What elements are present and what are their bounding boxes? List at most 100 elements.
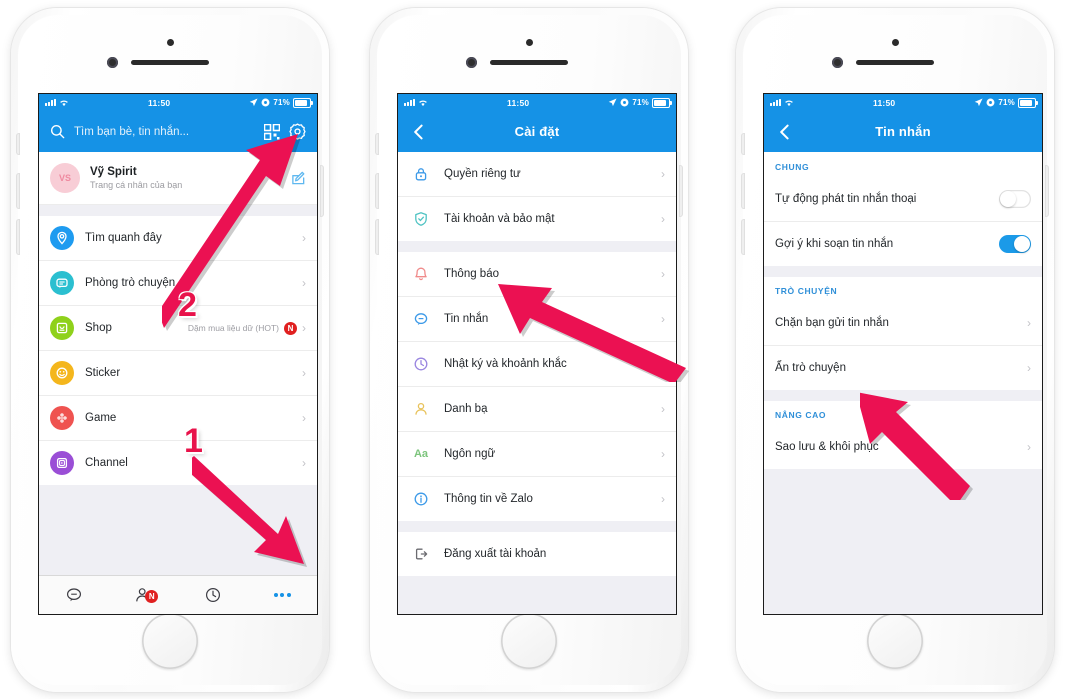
settings-row-nhat-ky[interactable]: Nhật ký và khoảnh khắc › bbox=[398, 342, 676, 387]
chat-room-icon bbox=[50, 271, 74, 295]
qr-code-icon[interactable] bbox=[264, 123, 280, 140]
proximity-sensor-icon bbox=[167, 39, 174, 46]
home-button[interactable] bbox=[501, 613, 557, 669]
profile-row[interactable]: VS Vỹ Spirit Trang cá nhân của bạn bbox=[39, 152, 317, 205]
setting-label: Gợi ý khi soạn tin nhắn bbox=[775, 238, 894, 250]
shop-bag-icon bbox=[50, 316, 74, 340]
language-aa-icon: Aa bbox=[413, 448, 429, 460]
volume-up-button[interactable] bbox=[741, 173, 745, 209]
setting-row-an-tro-chuyen[interactable]: Ẩn trò chuyện › bbox=[764, 346, 1042, 390]
silent-switch[interactable] bbox=[16, 133, 20, 155]
settings-row-ngon-ngu[interactable]: Aa Ngôn ngữ › bbox=[398, 432, 676, 477]
section-header-chung: CHUNG bbox=[764, 152, 1042, 177]
edit-icon[interactable] bbox=[291, 171, 306, 186]
cellular-signal-icon bbox=[770, 99, 781, 106]
settings-label: Ngôn ngữ bbox=[444, 448, 496, 460]
page-title: Cài đặt bbox=[514, 124, 560, 139]
settings-group-2: Thông báo › Tin nhắn › Nhật ký và khoảnh… bbox=[398, 252, 676, 521]
silent-switch[interactable] bbox=[375, 133, 379, 155]
chevron-right-icon: › bbox=[1027, 440, 1031, 454]
volume-up-button[interactable] bbox=[375, 173, 379, 209]
power-button[interactable] bbox=[679, 165, 683, 217]
chevron-right-icon: › bbox=[302, 321, 306, 335]
silent-switch[interactable] bbox=[741, 133, 745, 155]
page-title: Tin nhắn bbox=[875, 124, 931, 139]
toggle-auto-play-voice[interactable] bbox=[999, 190, 1031, 208]
settings-label: Danh bạ bbox=[444, 403, 488, 415]
nav-bar: Tin nhắn bbox=[764, 111, 1042, 152]
volume-down-button[interactable] bbox=[741, 219, 745, 255]
gear-icon[interactable] bbox=[289, 123, 306, 140]
setting-label: Chặn bạn gửi tin nhắn bbox=[775, 317, 889, 329]
chevron-left-icon[interactable] bbox=[409, 122, 429, 142]
tab-contacts[interactable]: N bbox=[109, 586, 179, 604]
shop-badge: N bbox=[284, 321, 297, 335]
menu-item-game[interactable]: Game › bbox=[39, 396, 317, 441]
status-bar-right: 71% bbox=[974, 97, 1038, 108]
phone-1-screen: 11:50 71% Tìm bạn bè, tin nhắn... VS Vỹ … bbox=[38, 93, 318, 615]
menu-item-channel[interactable]: Channel › bbox=[39, 441, 317, 485]
status-bar-time: 11:50 bbox=[148, 97, 171, 108]
setting-label: Ẩn trò chuyện bbox=[775, 362, 846, 374]
tab-more[interactable] bbox=[248, 593, 318, 597]
chevron-left-icon[interactable] bbox=[775, 122, 795, 142]
status-bar-time: 11:50 bbox=[507, 97, 530, 108]
menu-item-tim-quanh-day[interactable]: Tìm quanh đây › bbox=[39, 216, 317, 261]
rotation-lock-icon bbox=[986, 98, 995, 107]
smiley-icon bbox=[50, 361, 74, 385]
settings-row-tai-khoan-bao-mat[interactable]: Tài khoản và bảo mật › bbox=[398, 197, 676, 241]
phone-1-menu: Tìm quanh đây › Phòng trò chuyện › Shop … bbox=[39, 216, 317, 485]
more-dots-icon bbox=[273, 593, 291, 597]
annotation-number-1: 1 bbox=[184, 422, 203, 460]
settings-row-tin-nhan[interactable]: Tin nhắn › bbox=[398, 297, 676, 342]
settings-row-dang-xuat[interactable]: Đăng xuất tài khoản bbox=[398, 532, 676, 576]
phone-2-content: Quyền riêng tư › Tài khoản và bảo mật › bbox=[398, 152, 676, 614]
info-circle-icon bbox=[409, 487, 433, 511]
wifi-icon bbox=[785, 99, 793, 106]
battery-icon bbox=[652, 97, 672, 108]
volume-down-button[interactable] bbox=[375, 219, 379, 255]
settings-label: Thông tin về Zalo bbox=[444, 493, 533, 505]
search-icon[interactable] bbox=[50, 124, 65, 139]
location-arrow-icon bbox=[975, 98, 983, 107]
power-button[interactable] bbox=[320, 165, 324, 217]
settings-row-quyen-rieng-tu[interactable]: Quyền riêng tư › bbox=[398, 152, 676, 197]
chevron-right-icon: › bbox=[661, 357, 665, 371]
status-bar-left bbox=[404, 99, 428, 107]
search-input[interactable]: Tìm bạn bè, tin nhắn... bbox=[74, 126, 255, 138]
setting-row-tu-dong-phat[interactable]: Tự động phát tin nhắn thoại bbox=[764, 177, 1042, 222]
chevron-right-icon: › bbox=[661, 312, 665, 326]
volume-up-button[interactable] bbox=[16, 173, 20, 209]
status-bar-left bbox=[45, 99, 69, 107]
chevron-right-icon: › bbox=[661, 492, 665, 506]
chevron-right-icon: › bbox=[1027, 316, 1031, 330]
settings-row-danh-ba[interactable]: Danh bạ › bbox=[398, 387, 676, 432]
wifi-icon bbox=[419, 99, 427, 106]
phone-2-body: 11:50 71% Cài đặt Quyền riêng tư › Tài k… bbox=[375, 15, 683, 685]
setting-row-sao-luu-khoi-phuc[interactable]: Sao lưu & khôi phục › bbox=[764, 425, 1042, 469]
settings-label: Nhật ký và khoảnh khắc bbox=[444, 358, 567, 370]
setting-label: Tự động phát tin nhắn thoại bbox=[775, 193, 917, 205]
setting-row-goi-y[interactable]: Gợi ý khi soạn tin nhắn bbox=[764, 222, 1042, 266]
cellular-signal-icon bbox=[45, 99, 56, 106]
logout-icon bbox=[409, 542, 433, 566]
toggle-compose-suggestions[interactable] bbox=[999, 235, 1031, 253]
battery-icon bbox=[1018, 97, 1038, 108]
section-chung: CHUNG Tự động phát tin nhắn thoại Gợi ý … bbox=[764, 152, 1042, 266]
settings-row-thong-tin-zalo[interactable]: Thông tin về Zalo › bbox=[398, 477, 676, 521]
section-header-nang-cao: NÂNG CAO bbox=[764, 401, 1042, 425]
profile-text: Vỹ Spirit Trang cá nhân của bạn bbox=[90, 166, 182, 190]
volume-down-button[interactable] bbox=[16, 219, 20, 255]
bottom-tab-bar: N bbox=[39, 575, 317, 614]
home-button[interactable] bbox=[142, 613, 198, 669]
shop-subtitle: Dặm mua liệu dữ (HOT) bbox=[187, 323, 279, 333]
list-gap bbox=[764, 390, 1042, 401]
settings-row-thong-bao[interactable]: Thông báo › bbox=[398, 252, 676, 297]
menu-item-sticker[interactable]: Sticker › bbox=[39, 351, 317, 396]
power-button[interactable] bbox=[1045, 165, 1049, 217]
home-button[interactable] bbox=[867, 613, 923, 669]
tab-messages[interactable] bbox=[39, 586, 109, 604]
phone-3-body: 11:50 71% Tin nhắn CHUNG Tự động phát ti… bbox=[741, 15, 1049, 685]
tab-timeline[interactable] bbox=[178, 586, 248, 604]
setting-row-chan-ban-gui[interactable]: Chặn bạn gửi tin nhắn › bbox=[764, 301, 1042, 346]
